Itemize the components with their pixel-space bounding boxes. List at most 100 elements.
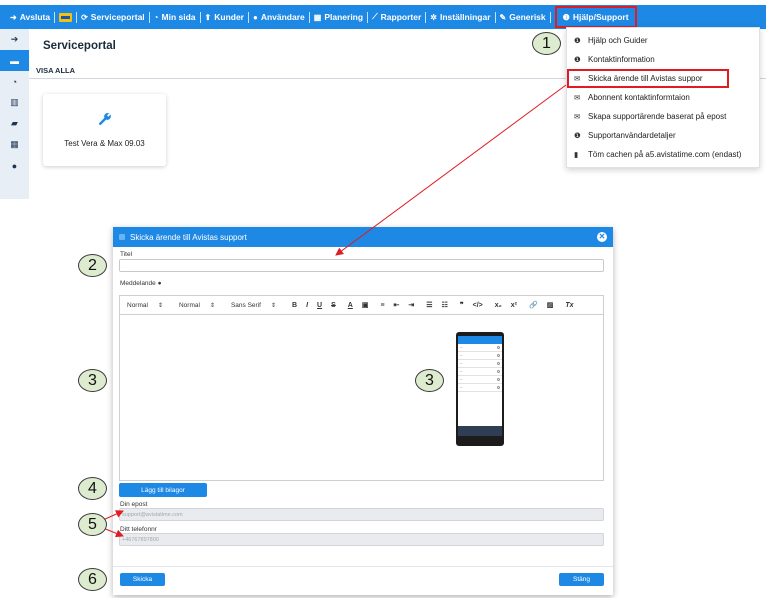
sidebar-item-comments[interactable]: ● bbox=[0, 155, 29, 176]
sync-icon: ⟳ bbox=[81, 12, 88, 22]
modal-title: Skicka ärende till Avistas support bbox=[130, 232, 247, 242]
nav-anvandare-label: Användare bbox=[260, 12, 305, 22]
background-color-button[interactable]: ▣ bbox=[362, 301, 369, 309]
top-navbar: ➜ Avsluta ⟳ Serviceportal ◔ Min sida ⬆ Kunde… bbox=[0, 5, 766, 29]
nav-logout[interactable]: ➜ Avsluta bbox=[6, 5, 54, 29]
sort-caret-icon: ⇕ bbox=[270, 302, 276, 309]
ordered-list-button[interactable]: ☰ bbox=[426, 301, 432, 309]
format-select[interactable]: Normal ⇕ bbox=[127, 302, 163, 309]
nav-kunder[interactable]: ⬆ Kunder bbox=[201, 5, 248, 29]
menu-item-create-ticket-from-email[interactable]: ✉ Skapa supportärende baserat på epost bbox=[567, 107, 759, 126]
image-icon[interactable]: ▨ bbox=[547, 301, 554, 309]
blockquote-button[interactable]: ❞ bbox=[460, 301, 464, 309]
menu-item-label: Töm cachen på a5.avistatime.com (endast) bbox=[588, 150, 742, 159]
size-select[interactable]: Normal ⇕ bbox=[179, 302, 215, 309]
callout-3-phone: 3 bbox=[415, 369, 444, 392]
wrench-icon bbox=[98, 112, 112, 129]
link-icon[interactable]: 🔗 bbox=[529, 301, 538, 309]
bullet-list-button[interactable]: ☷ bbox=[442, 301, 448, 309]
nav-serviceportal[interactable]: ⟳ Serviceportal bbox=[77, 5, 149, 29]
menu-item-send-support-ticket[interactable]: ✉ Skicka ärende till Avistas suppor bbox=[567, 69, 729, 88]
italic-button[interactable]: I bbox=[306, 302, 308, 309]
align-button[interactable]: ≡ bbox=[380, 302, 384, 309]
clear-format-button[interactable]: Tx bbox=[565, 302, 573, 309]
format-select-value: Normal bbox=[127, 301, 148, 309]
wrench-icon: ✎ bbox=[499, 12, 507, 22]
menu-item-subscriber-contact[interactable]: ✉ Abonnent kontaktinformtaion bbox=[567, 88, 759, 107]
strike-button[interactable]: S bbox=[331, 302, 336, 309]
info-icon: ❶ bbox=[574, 55, 581, 64]
info-icon: ● bbox=[157, 280, 162, 287]
text-color-button[interactable]: A bbox=[348, 302, 353, 309]
nav-anvandare[interactable]: ● Användare bbox=[249, 5, 309, 29]
menu-item-support-user-details[interactable]: ❶ Supportanvändardetaljer bbox=[567, 126, 759, 145]
callout-2: 2 bbox=[78, 254, 107, 277]
help-support-dropdown: ❶ Hjälp och Guider ❶ Kontaktinformation ✉ S… bbox=[566, 27, 760, 168]
sidebar-item-grid[interactable]: ▦ bbox=[0, 134, 29, 155]
code-button[interactable]: </> bbox=[473, 302, 483, 309]
id-card-icon: ▬ bbox=[10, 55, 19, 66]
underline-button[interactable]: U bbox=[317, 302, 322, 309]
size-select-value: Normal bbox=[178, 301, 200, 309]
menu-item-label: Skicka ärende till Avistas suppor bbox=[588, 74, 703, 83]
callout-3: 3 bbox=[78, 369, 107, 392]
nav-divider bbox=[549, 11, 551, 23]
left-sidebar: ➔ ▬ ◔ ▥ ▰ ▦ ● bbox=[0, 29, 29, 199]
nav-min-sida[interactable]: ◔ Min sida bbox=[150, 5, 200, 29]
sidebar-item-columns[interactable]: ▥ bbox=[0, 92, 29, 113]
phone-list-row: — bbox=[458, 352, 502, 360]
callout-1: 1 bbox=[532, 32, 561, 55]
menu-item-clear-cache[interactable]: ▮ Töm cachen på a5.avistatime.com (endast… bbox=[567, 145, 759, 164]
envelope-open-icon: ✉ bbox=[574, 112, 581, 121]
menu-item-contact-info[interactable]: ❶ Kontaktinformation bbox=[567, 50, 759, 69]
nav-help-support[interactable]: ❶ Hjälp/Support bbox=[554, 6, 637, 28]
add-attachment-button[interactable]: Lägg till bilagor bbox=[119, 483, 207, 497]
nav-generisk-label: Generisk bbox=[509, 12, 546, 22]
filter-show-all[interactable]: VISA ALLA bbox=[36, 66, 75, 75]
nav-help-support-label: Hjälp/Support bbox=[572, 12, 629, 22]
sidebar-item-dashboard[interactable]: ◔ bbox=[0, 71, 29, 92]
user-tie-icon: ⬆ bbox=[204, 12, 212, 22]
font-select[interactable]: Sans Serif ⇕ bbox=[231, 302, 276, 309]
comments-icon: ● bbox=[11, 160, 18, 171]
callout-5: 5 bbox=[78, 513, 107, 536]
subscript-button[interactable]: x₂ bbox=[495, 302, 502, 309]
sidebar-toggle[interactable]: ➔ bbox=[0, 29, 29, 50]
send-button[interactable]: Skicka bbox=[120, 573, 165, 586]
swedish-flag-icon bbox=[59, 12, 73, 22]
bold-button[interactable]: B bbox=[292, 302, 297, 309]
message-editor[interactable]: Normal ⇕ Normal ⇕ Sans Serif ⇕ B I U S A ▣ … bbox=[119, 295, 604, 481]
title-input[interactable] bbox=[119, 259, 604, 272]
phone-label: Ditt telefonnr bbox=[120, 526, 157, 533]
sidebar-item-book[interactable]: ▰ bbox=[0, 113, 29, 134]
close-icon[interactable]: ✕ bbox=[597, 232, 607, 242]
nav-planering[interactable]: ▦ Planering bbox=[310, 5, 367, 29]
nav-generisk[interactable]: ✎ Generisk bbox=[496, 5, 550, 29]
phone-screenshot: — — — — — — bbox=[456, 332, 504, 446]
trash-icon: ▮ bbox=[574, 150, 579, 159]
phone-bottom-bar bbox=[458, 426, 502, 436]
close-button[interactable]: Stäng bbox=[559, 573, 604, 586]
info-icon: ❶ bbox=[574, 36, 581, 45]
nav-installningar[interactable]: ✲ Inställningar bbox=[426, 5, 494, 29]
modal-header: Skicka ärende till Avistas support ✕ bbox=[113, 227, 613, 247]
cogs-icon: ✲ bbox=[430, 12, 437, 22]
sidebar-item-serviceportal[interactable]: ▬ bbox=[0, 50, 29, 71]
support-ticket-modal: Skicka ärende till Avistas support ✕ Tit… bbox=[113, 227, 613, 595]
phone-field: +46767897800 bbox=[119, 533, 604, 546]
columns-icon: ▥ bbox=[10, 97, 19, 107]
phone-list-row: — bbox=[458, 376, 502, 384]
nav-language-flag[interactable] bbox=[55, 5, 76, 29]
superscript-button[interactable]: x² bbox=[511, 302, 517, 309]
dashboard-icon: ◔ bbox=[153, 12, 159, 22]
customer-card[interactable]: Test Vera & Max 09.03 bbox=[43, 94, 166, 166]
info-icon: ❶ bbox=[574, 131, 581, 140]
indent-button[interactable]: ⇥ bbox=[408, 301, 414, 309]
nav-rapporter[interactable]: ⟋ Rapporter bbox=[368, 5, 425, 29]
phone-list-row: — bbox=[458, 360, 502, 368]
outdent-button[interactable]: ⇤ bbox=[394, 301, 400, 309]
user-icon: ● bbox=[252, 12, 258, 22]
menu-item-help-guides[interactable]: ❶ Hjälp och Guider bbox=[567, 31, 759, 50]
envelope-open-icon: ✉ bbox=[574, 93, 581, 102]
divider bbox=[113, 566, 613, 567]
